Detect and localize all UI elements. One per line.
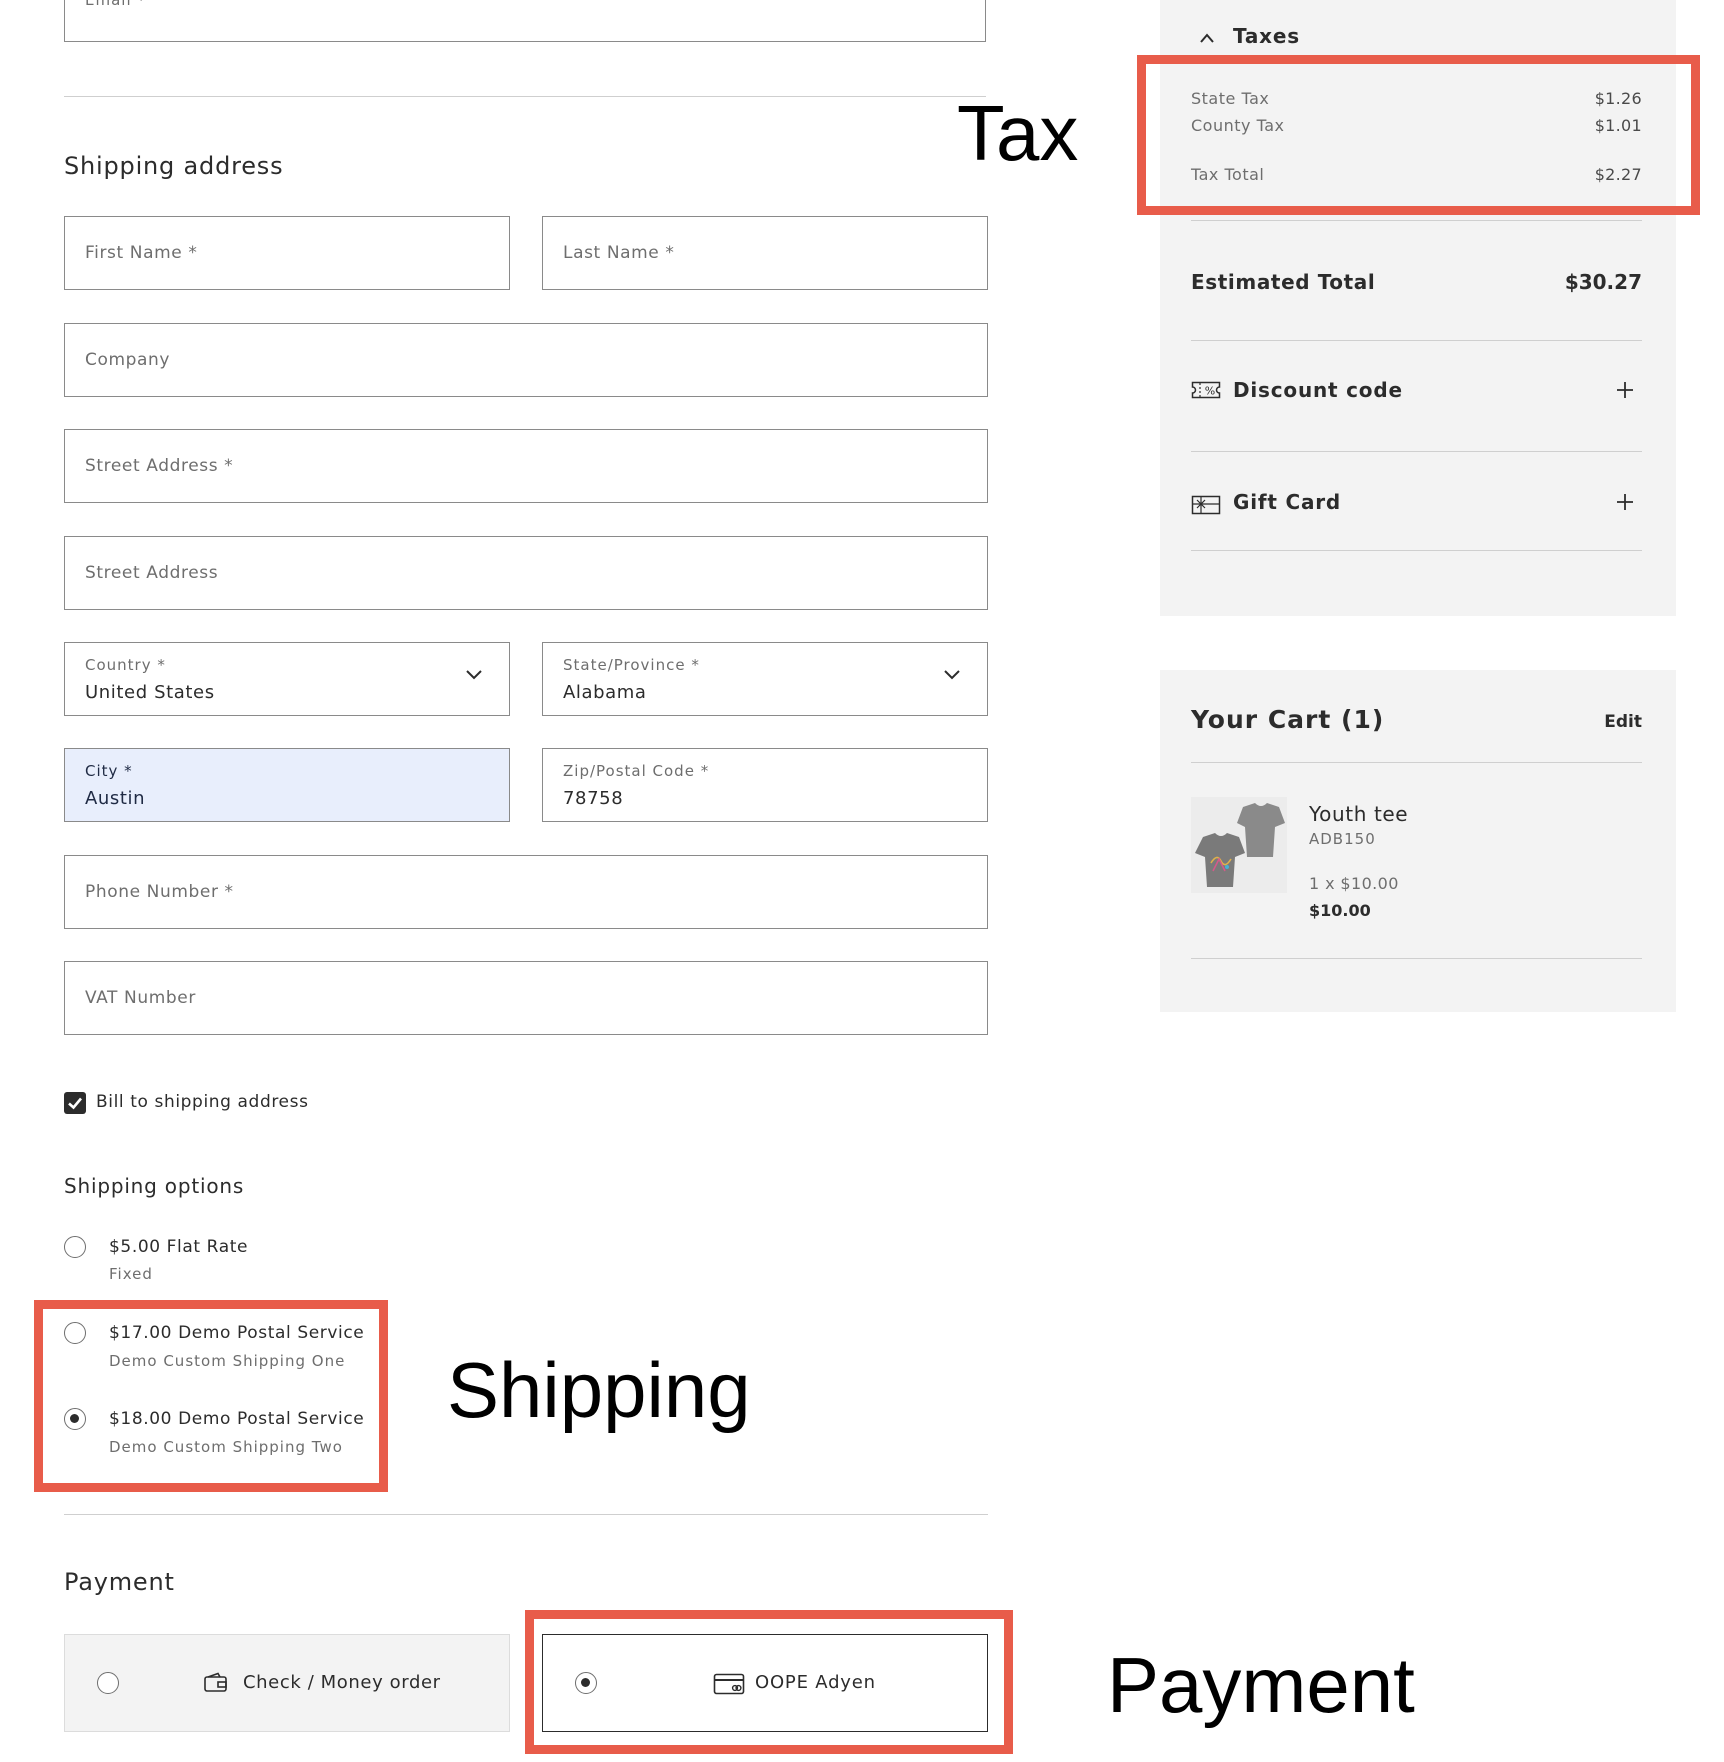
- shipping-option-subtitle: Fixed: [109, 1265, 153, 1283]
- vat-field[interactable]: VAT Number: [64, 961, 988, 1035]
- chevron-up-icon[interactable]: [1199, 32, 1215, 44]
- payment-annotation-label: Payment: [1107, 1641, 1415, 1729]
- shipping-option-flat-rate-radio[interactable]: [64, 1236, 86, 1258]
- state-value: Alabama: [563, 682, 647, 703]
- zip-field[interactable]: Zip/Postal Code * 78758: [542, 748, 988, 822]
- discount-code-label[interactable]: Discount code: [1233, 378, 1403, 402]
- shipping-address-title: Shipping address: [64, 152, 284, 180]
- state-select[interactable]: State/Province * Alabama: [542, 642, 988, 716]
- divider: [1191, 340, 1642, 341]
- cart-item-sku: ADB150: [1309, 830, 1376, 848]
- city-value: Austin: [85, 788, 146, 809]
- discount-coupon-icon: %: [1191, 381, 1221, 399]
- plus-icon[interactable]: [1616, 493, 1634, 511]
- payment-title: Payment: [64, 1568, 175, 1596]
- wallet-icon: [204, 1672, 227, 1692]
- payment-highlight-box: [525, 1610, 1013, 1754]
- shipping-option-title: $5.00 Flat Rate: [109, 1237, 249, 1257]
- divider: [1191, 550, 1642, 551]
- bill-to-shipping-checkbox[interactable]: [64, 1092, 86, 1114]
- last-name-placeholder: Last Name *: [563, 243, 675, 263]
- cart-edit-link[interactable]: Edit: [1604, 712, 1642, 732]
- first-name-field[interactable]: First Name *: [64, 216, 510, 290]
- company-placeholder: Company: [85, 350, 171, 370]
- country-label: Country *: [85, 656, 166, 674]
- shipping-options-title: Shipping options: [64, 1174, 245, 1198]
- payment-option-label: Check / Money order: [243, 1672, 441, 1693]
- first-name-placeholder: First Name *: [85, 243, 198, 263]
- city-field[interactable]: City * Austin: [64, 748, 510, 822]
- company-field[interactable]: Company: [64, 323, 988, 397]
- city-label: City *: [85, 762, 133, 780]
- email-field[interactable]: Email *: [64, 0, 986, 42]
- cart-item-line-total: $10.00: [1309, 901, 1371, 920]
- street-address-1-placeholder: Street Address *: [85, 456, 234, 476]
- zip-value: 78758: [563, 788, 624, 809]
- estimated-total-label: Estimated Total: [1191, 270, 1376, 294]
- chevron-down-icon: [466, 670, 482, 680]
- divider: [64, 1514, 988, 1515]
- cart-title: Your Cart (1): [1191, 705, 1385, 734]
- estimated-total-value: $30.27: [1564, 270, 1642, 294]
- divider: [1191, 220, 1642, 221]
- tax-annotation-label: Tax: [957, 89, 1079, 177]
- shipping-highlight-box: [34, 1300, 388, 1492]
- divider: [1191, 762, 1642, 763]
- bill-to-shipping-label: Bill to shipping address: [96, 1092, 309, 1112]
- street-address-2-placeholder: Street Address: [85, 563, 219, 583]
- taxes-toggle-label[interactable]: Taxes: [1233, 24, 1300, 48]
- divider: [64, 96, 986, 97]
- divider: [1191, 451, 1642, 452]
- street-address-2-field[interactable]: Street Address: [64, 536, 988, 610]
- gift-card-label[interactable]: Gift Card: [1233, 490, 1341, 514]
- gift-card-icon: [1191, 495, 1221, 515]
- checkmark-icon: [68, 1097, 82, 1110]
- payment-option-check[interactable]: Check / Money order: [64, 1634, 510, 1732]
- country-select[interactable]: Country * United States: [64, 642, 510, 716]
- t-shirt-image: [1195, 803, 1285, 887]
- street-address-1-field[interactable]: Street Address *: [64, 429, 988, 503]
- email-placeholder: Email *: [85, 0, 146, 9]
- phone-field[interactable]: Phone Number *: [64, 855, 988, 929]
- tax-highlight-box: [1137, 55, 1700, 215]
- cart-item-name[interactable]: Youth tee: [1309, 802, 1408, 826]
- phone-placeholder: Phone Number *: [85, 882, 234, 902]
- product-thumbnail[interactable]: [1191, 797, 1287, 893]
- chevron-down-icon: [944, 670, 960, 680]
- state-label: State/Province *: [563, 656, 700, 674]
- divider: [1191, 958, 1642, 959]
- country-value: United States: [85, 682, 215, 703]
- cart-item-qty-price: 1 x $10.00: [1309, 874, 1399, 893]
- vat-placeholder: VAT Number: [85, 988, 196, 1008]
- svg-text:%: %: [1205, 385, 1215, 398]
- payment-option-check-radio[interactable]: [97, 1672, 119, 1694]
- plus-icon[interactable]: [1616, 381, 1634, 399]
- zip-label: Zip/Postal Code *: [563, 762, 710, 780]
- shipping-annotation-label: Shipping: [447, 1346, 751, 1434]
- last-name-field[interactable]: Last Name *: [542, 216, 988, 290]
